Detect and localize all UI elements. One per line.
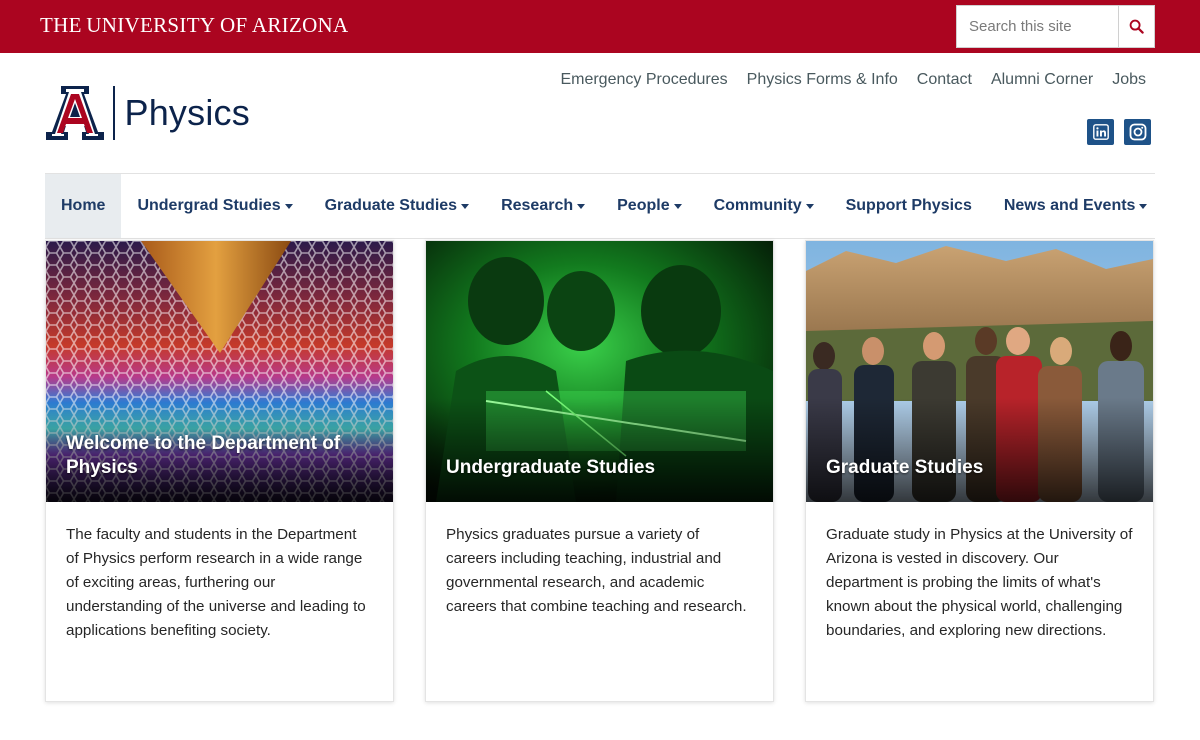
nav-item-label: People [617, 197, 670, 214]
card-image: Undergraduate Studies [426, 241, 773, 502]
caret-down-icon [673, 203, 682, 209]
instagram-button[interactable] [1124, 119, 1151, 145]
nav-item-support-physics[interactable]: Support Physics [830, 174, 988, 238]
instagram-icon [1129, 123, 1146, 141]
util-link-jobs[interactable]: Jobs [1112, 71, 1146, 89]
utility-nav: Emergency Procedures Physics Forms & Inf… [560, 71, 1146, 89]
card-text: The faculty and students in the Departme… [66, 526, 366, 639]
card-image: Graduate Studies [806, 241, 1153, 502]
top-bar: The University of Arizona [0, 0, 1200, 53]
card-title: Undergraduate Studies [446, 457, 656, 478]
caret-down-icon [1139, 203, 1148, 209]
social-links [1087, 119, 1151, 145]
card-title: Welcome to the Department of Physics [66, 433, 341, 478]
wordmark-prefix: The [40, 13, 82, 37]
nav-item-people[interactable]: People [601, 174, 697, 238]
main-nav: Home Undergrad Studies Graduate Studies … [45, 173, 1155, 239]
card-title: Graduate Studies [826, 457, 984, 478]
nav-item-research[interactable]: Research [485, 174, 601, 238]
nav-item-news-and-events[interactable]: News and Events [988, 174, 1164, 238]
util-link-physics-forms[interactable]: Physics Forms & Info [747, 71, 898, 89]
nav-item-undergrad-studies[interactable]: Undergrad Studies [121, 174, 308, 238]
card-undergraduate-studies[interactable]: Undergraduate Studies Physics graduates … [425, 240, 774, 702]
nav-item-label: Undergrad Studies [137, 197, 281, 214]
caret-down-icon [461, 203, 470, 209]
block-a-logo-icon [46, 86, 104, 140]
university-wordmark[interactable]: The University of Arizona [40, 13, 348, 38]
nav-item-community[interactable]: Community [698, 174, 830, 238]
search-input[interactable] [957, 6, 1118, 47]
nav-item-graduate-studies[interactable]: Graduate Studies [309, 174, 485, 238]
caret-down-icon [577, 203, 586, 209]
card-welcome[interactable]: Welcome to the Department of Physics The… [45, 240, 394, 702]
card-text: Graduate study in Physics at the Univers… [826, 526, 1133, 639]
search-button[interactable] [1118, 6, 1154, 47]
card-image: Welcome to the Department of Physics [46, 241, 393, 502]
linkedin-icon [1092, 124, 1109, 140]
wordmark-main: University of Arizona [86, 13, 349, 37]
logo-divider [113, 86, 115, 140]
nav-item-label: Community [713, 197, 802, 214]
util-link-contact[interactable]: Contact [917, 71, 972, 89]
search-icon [1129, 19, 1144, 34]
nav-item-label: Home [61, 197, 106, 214]
nav-item-label: News and Events [1003, 197, 1136, 214]
card-graduate-studies[interactable]: Graduate Studies Graduate study in Physi… [805, 240, 1154, 702]
nav-item-label: Support Physics [845, 197, 972, 214]
linkedin-button[interactable] [1087, 119, 1114, 145]
util-link-emergency-procedures[interactable]: Emergency Procedures [560, 71, 727, 89]
util-link-alumni-corner[interactable]: Alumni Corner [991, 71, 1093, 89]
nav-item-home[interactable]: Home [45, 174, 122, 238]
nav-item-label: Research [501, 197, 574, 214]
card-text: Physics graduates pursue a variety of ca… [446, 526, 747, 615]
department-name: Physics [124, 92, 250, 133]
nav-item-label: Graduate Studies [324, 197, 458, 214]
site-search [956, 5, 1155, 48]
caret-down-icon [805, 203, 814, 209]
caret-down-icon [284, 203, 293, 209]
department-logo[interactable]: Physics [46, 86, 250, 140]
